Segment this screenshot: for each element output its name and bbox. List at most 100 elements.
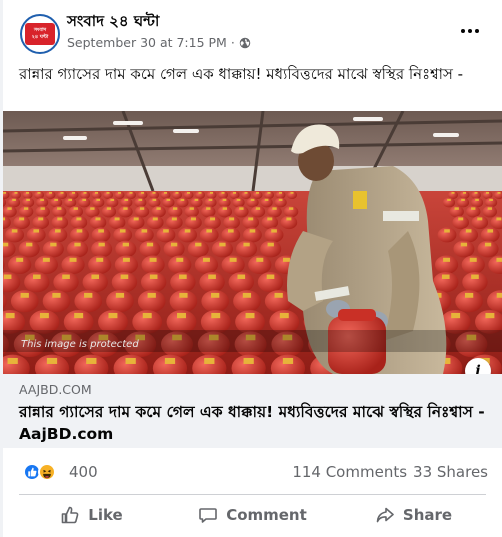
cylinder-valve	[106, 192, 110, 194]
cylinder-valve	[279, 192, 282, 194]
cylinder-valve	[11, 229, 18, 233]
cylinder-valve	[12, 198, 16, 201]
cylinder-valve	[496, 257, 502, 262]
cylinder-valve	[42, 257, 50, 262]
cylinder-valve	[266, 274, 275, 279]
cylinder-valve	[229, 257, 237, 262]
cylinder-valve	[486, 192, 489, 194]
comments-count[interactable]: 114 Comments	[292, 463, 407, 481]
link-title[interactable]: রান্নার গ্যাসের দাম কমে গেল এক ধাক্কায়!…	[19, 401, 489, 445]
cylinder-valve	[119, 229, 126, 233]
comment-label: Comment	[226, 506, 307, 524]
cylinder-valve	[106, 207, 112, 210]
cylinder-valve	[177, 312, 186, 319]
cylinder-valve	[180, 198, 185, 201]
page-avatar[interactable]: সংবাদ ২৪ ঘন্টা	[20, 14, 60, 54]
cylinder-valve	[222, 207, 227, 210]
cylinder-valve	[474, 192, 478, 194]
cylinder-valve	[477, 217, 483, 221]
cylinder-valve	[118, 192, 121, 194]
like-label: Like	[88, 506, 123, 524]
cylinder-valve	[248, 217, 254, 221]
cylinder-valve	[242, 292, 252, 298]
cylinder-valve	[274, 292, 283, 298]
cylinder-valve	[38, 217, 44, 221]
cylinder-valve	[454, 207, 459, 210]
cylinder-valve	[451, 192, 455, 194]
post-image[interactable]	[3, 111, 502, 374]
cylinder-valve	[228, 229, 234, 233]
cylinder-valve	[219, 242, 226, 247]
comment-button[interactable]: Comment	[172, 498, 333, 532]
cylinder-valve	[496, 217, 502, 221]
cylinder-valve	[129, 192, 133, 194]
cylinder-valve	[7, 207, 12, 210]
link-preview[interactable]: AAJBD.COM রান্নার গ্যাসের দাম কমে গেল এক…	[3, 374, 502, 448]
cylinder-valve	[146, 242, 154, 247]
globe-icon[interactable]	[239, 37, 251, 49]
cylinder-valve	[206, 207, 211, 210]
cylinder-valve	[460, 242, 468, 247]
cylinder-valve	[115, 292, 125, 298]
shares-count[interactable]: 33 Shares	[413, 463, 488, 481]
post-card: সংবাদ ২৪ ঘন্টা সংবাদ ২৪ ঘন্টা September …	[3, 0, 502, 537]
cylinder-valve	[91, 274, 100, 279]
cylinder-valve	[125, 357, 136, 364]
cylinder-valve	[211, 292, 220, 298]
post-caption: রান্নার গ্যাসের দাম কমে গেল এক ধাক্কায়!…	[19, 65, 464, 83]
cylinder-valve	[84, 292, 93, 298]
share-button[interactable]: Share	[333, 498, 494, 532]
cylinder-valve	[110, 198, 115, 201]
cylinder-valve	[122, 257, 130, 262]
cylinder-valve	[222, 198, 227, 201]
post-timestamp[interactable]: September 30 at 7:15 PM	[67, 35, 227, 50]
cylinder-valve	[279, 312, 289, 319]
cylinder-valve	[464, 292, 474, 298]
cylinder-valve	[96, 257, 104, 262]
cylinder-valve	[489, 198, 493, 201]
cylinder-valve	[147, 292, 156, 298]
cylinder-valve	[54, 198, 58, 201]
cylinder-valve	[202, 257, 210, 262]
cylinder-valve	[57, 217, 63, 221]
cylinder-valve	[33, 274, 41, 279]
cylinder-valve	[166, 198, 171, 201]
cylinder-valve	[139, 207, 145, 210]
cylinder-valve	[288, 207, 294, 210]
cylinder-valve	[471, 207, 476, 210]
cylinder-valve	[497, 192, 501, 194]
cylinder-valve	[465, 229, 472, 233]
cylinder-valve	[95, 217, 101, 221]
cylinder-valve	[152, 198, 157, 201]
haha-icon	[38, 463, 56, 481]
page-name-link[interactable]: সংবাদ ২৪ ঘন্টা	[67, 10, 159, 35]
reaction-count[interactable]: 400	[69, 463, 98, 481]
reaction-icons[interactable]	[23, 461, 63, 483]
cylinder-valve	[76, 217, 82, 221]
cylinder-valve	[156, 207, 161, 210]
more-options-button[interactable]	[455, 20, 485, 42]
cylinder-valve	[463, 192, 466, 194]
cylinder-valve	[211, 312, 221, 319]
cylinder-valve	[49, 192, 52, 194]
cylinder-valve	[26, 198, 30, 201]
cylinder-valve	[283, 257, 290, 262]
post-meta: September 30 at 7:15 PM ·	[67, 35, 251, 50]
cylinder-valve	[179, 292, 188, 298]
cylinder-valve	[243, 242, 250, 247]
cylinder-valve	[98, 242, 105, 247]
cylinder-valve	[221, 192, 225, 194]
thumbs-up-icon	[61, 506, 79, 524]
cylinder-valve	[229, 217, 235, 221]
protected-image-label: This image is protected	[21, 339, 139, 350]
cylinder-valve	[487, 229, 494, 233]
cylinder-valve	[441, 274, 450, 279]
cylinder-valve	[236, 198, 241, 201]
cylinder-valve	[3, 242, 9, 247]
share-label: Share	[402, 506, 453, 524]
like-button[interactable]: Like	[11, 498, 172, 532]
cylinder-valve	[37, 192, 41, 194]
cylinder-valve	[210, 217, 216, 221]
cylinder-valve	[39, 312, 49, 319]
cylinder-valve	[170, 242, 178, 247]
